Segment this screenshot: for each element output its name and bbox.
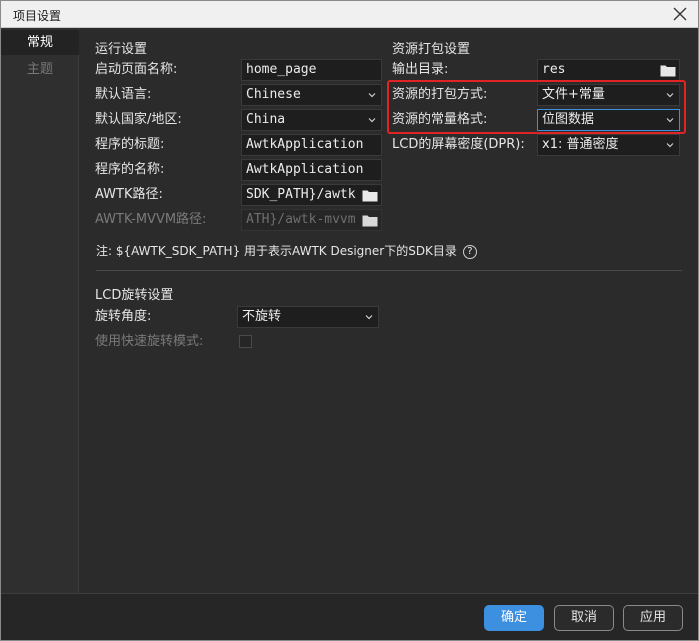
chevron-down-icon: [368, 93, 376, 98]
project-settings-dialog: 项目设置 常规 主题 运行设置 启动页面名称: home_page 默认语言: …: [0, 0, 699, 641]
folder-icon[interactable]: [362, 189, 378, 202]
fast-rotation-checkbox[interactable]: [239, 335, 252, 348]
pack-mode-value: 文件+常量: [542, 87, 605, 102]
dialog-title: 项目设置: [13, 9, 62, 23]
dpr-select[interactable]: x1: 普通密度: [537, 134, 680, 156]
const-format-select[interactable]: 位图数据: [537, 109, 680, 131]
language-select[interactable]: Chinese: [241, 84, 382, 106]
sidebar: 常规 主题: [1, 28, 79, 593]
note-text: 注: ${AWTK_SDK_PATH} 用于表示AWTK Designer下的S…: [96, 244, 457, 258]
section-divider: [96, 270, 682, 271]
app-name-input[interactable]: AwtkApplication: [241, 159, 382, 181]
output-dir-label: 输出目录:: [392, 62, 449, 77]
folder-icon[interactable]: [362, 214, 378, 227]
country-select[interactable]: China: [241, 109, 382, 131]
start-page-value: home_page: [246, 62, 317, 77]
close-icon[interactable]: [670, 4, 690, 24]
awtk-path-label: AWTK路径:: [95, 187, 163, 202]
app-title-value: AwtkApplication: [246, 137, 364, 152]
cancel-button[interactable]: 取消: [554, 605, 614, 631]
chevron-down-icon: [666, 93, 674, 98]
runtime-section-title: 运行设置: [95, 42, 148, 57]
awtk-path-input[interactable]: SDK_PATH}/awtk: [241, 184, 382, 206]
chevron-down-icon: [368, 118, 376, 123]
start-page-label: 启动页面名称:: [95, 62, 178, 77]
chevron-down-icon: [666, 118, 674, 123]
apply-button[interactable]: 应用: [623, 605, 683, 631]
title-bar: 项目设置: [1, 1, 698, 28]
app-title-label: 程序的标题:: [95, 137, 165, 152]
pack-mode-select[interactable]: 文件+常量: [537, 84, 680, 106]
sidebar-item-theme[interactable]: 主题: [1, 57, 79, 82]
rotation-value: 不旋转: [242, 309, 282, 324]
app-name-label: 程序的名称:: [95, 162, 165, 177]
chevron-down-icon: [365, 315, 373, 320]
dpr-value: x1: 普通密度: [542, 137, 619, 152]
output-dir-input[interactable]: res: [537, 59, 680, 81]
folder-icon[interactable]: [660, 64, 676, 77]
awtk-path-value: SDK_PATH}/awtk: [246, 187, 356, 202]
pack-mode-label: 资源的打包方式:: [392, 87, 488, 102]
output-dir-value: res: [542, 62, 566, 77]
rotation-select[interactable]: 不旋转: [237, 306, 379, 328]
mvvm-path-input[interactable]: ATH}/awtk-mvvm: [241, 209, 382, 231]
country-label: 默认国家/地区:: [95, 112, 182, 127]
help-icon[interactable]: ?: [462, 244, 477, 259]
fast-rotation-label: 使用快速旋转模式:: [95, 334, 204, 349]
app-name-value: AwtkApplication: [246, 162, 364, 177]
lcd-section-title: LCD旋转设置: [95, 288, 174, 303]
app-title-input[interactable]: AwtkApplication: [241, 134, 382, 156]
mvvm-path-label: AWTK-MVVM路径:: [95, 212, 207, 227]
start-page-input[interactable]: home_page: [241, 59, 382, 81]
ok-button[interactable]: 确定: [484, 605, 544, 631]
sidebar-item-general[interactable]: 常规: [1, 30, 79, 55]
sdk-path-note: 注: ${AWTK_SDK_PATH} 用于表示AWTK Designer下的S…: [96, 242, 477, 259]
chevron-down-icon: [666, 143, 674, 148]
language-value: Chinese: [246, 87, 301, 102]
const-format-label: 资源的常量格式:: [392, 112, 488, 127]
country-value: China: [246, 112, 286, 127]
const-format-value: 位图数据: [542, 112, 595, 127]
packaging-section-title: 资源打包设置: [392, 42, 471, 57]
rotation-label: 旋转角度:: [95, 309, 152, 324]
mvvm-path-value: ATH}/awtk-mvvm: [246, 212, 356, 227]
language-label: 默认语言:: [95, 87, 152, 102]
dpr-label: LCD的屏幕密度(DPR):: [392, 137, 525, 152]
